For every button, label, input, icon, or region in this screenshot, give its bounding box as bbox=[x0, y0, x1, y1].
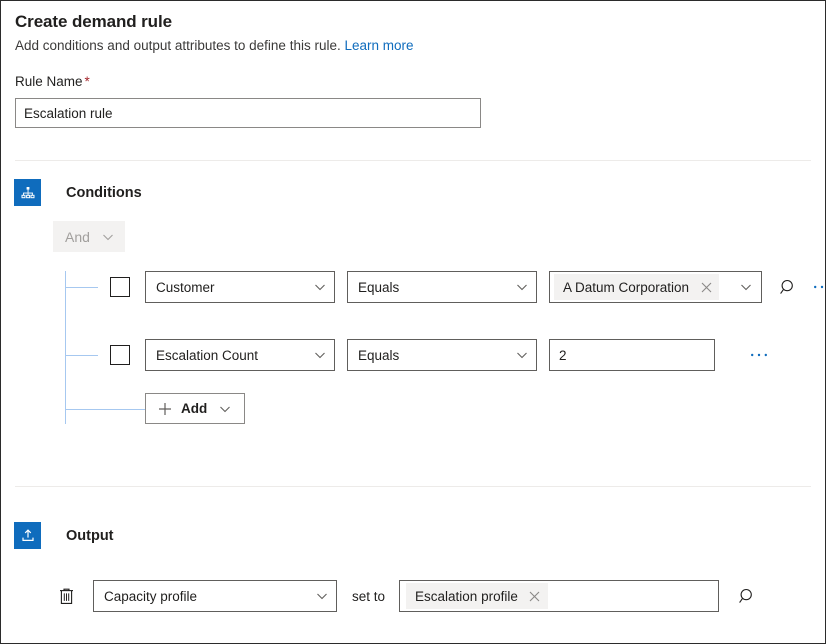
condition-row-checkbox[interactable] bbox=[110, 277, 130, 297]
search-icon[interactable] bbox=[774, 273, 802, 301]
chevron-down-icon bbox=[314, 349, 326, 361]
add-condition-label: Add bbox=[181, 401, 207, 416]
output-section-title: Output bbox=[66, 528, 114, 544]
close-icon[interactable] bbox=[697, 278, 715, 296]
rule-name-label-text: Rule Name bbox=[15, 74, 83, 89]
tree-branch bbox=[65, 355, 98, 356]
output-attribute-value: Capacity profile bbox=[104, 589, 316, 604]
rule-name-field-block: Rule Name* bbox=[1, 55, 825, 128]
chevron-down-icon bbox=[219, 403, 231, 415]
chevron-down-icon bbox=[516, 281, 528, 293]
more-options-icon[interactable] bbox=[745, 341, 773, 369]
condition-value-input[interactable] bbox=[549, 339, 715, 371]
rule-name-label: Rule Name* bbox=[15, 73, 825, 91]
hierarchy-icon bbox=[14, 179, 41, 206]
search-icon[interactable] bbox=[733, 582, 761, 610]
logic-operator-dropdown[interactable]: And bbox=[53, 221, 125, 252]
logic-operator-label: And bbox=[65, 229, 90, 245]
output-attribute-dropdown[interactable]: Capacity profile bbox=[93, 580, 337, 612]
chevron-down-icon[interactable] bbox=[735, 281, 757, 293]
condition-attribute-value: Customer bbox=[156, 280, 314, 295]
create-demand-rule-panel: Create demand rule Add conditions and ou… bbox=[0, 0, 826, 644]
chevron-down-icon bbox=[102, 231, 114, 243]
divider-top bbox=[15, 160, 811, 161]
selected-value-pill: Escalation profile bbox=[406, 583, 548, 609]
conditions-section-title: Conditions bbox=[66, 185, 142, 201]
rule-name-input[interactable] bbox=[15, 98, 481, 128]
condition-operator-value: Equals bbox=[358, 280, 516, 295]
selected-value-text: A Datum Corporation bbox=[563, 280, 689, 295]
condition-row: Customer Equals A Datum Corporation bbox=[53, 271, 825, 303]
required-asterisk: * bbox=[85, 74, 90, 89]
condition-operator-value: Equals bbox=[358, 348, 516, 363]
divider-bottom bbox=[15, 486, 811, 487]
chevron-down-icon bbox=[316, 590, 328, 602]
condition-value-picker[interactable]: A Datum Corporation bbox=[549, 271, 762, 303]
output-row: Capacity profile set to Escalation profi… bbox=[1, 580, 761, 612]
page-title: Create demand rule bbox=[15, 11, 825, 33]
conditions-tree: Customer Equals A Datum Corporation bbox=[53, 271, 825, 424]
chevron-down-icon bbox=[516, 349, 528, 361]
subtitle-text: Add conditions and output attributes to … bbox=[15, 38, 341, 53]
condition-row: Escalation Count Equals bbox=[53, 339, 825, 371]
more-options-icon[interactable] bbox=[808, 273, 826, 301]
condition-attribute-value: Escalation Count bbox=[156, 348, 314, 363]
condition-operator-dropdown[interactable]: Equals bbox=[347, 339, 537, 371]
close-icon[interactable] bbox=[526, 587, 544, 605]
tree-branch bbox=[65, 287, 98, 288]
conditions-body: And Customer Equals bbox=[1, 221, 825, 424]
page-subtitle: Add conditions and output attributes to … bbox=[15, 37, 825, 55]
output-value-picker[interactable]: Escalation profile bbox=[399, 580, 719, 612]
selected-value-text: Escalation profile bbox=[415, 589, 518, 604]
condition-attribute-dropdown[interactable]: Escalation Count bbox=[145, 339, 335, 371]
output-section-header: Output bbox=[1, 522, 114, 549]
delete-icon[interactable] bbox=[55, 584, 77, 608]
set-to-label: set to bbox=[352, 589, 385, 604]
selected-value-pill: A Datum Corporation bbox=[554, 274, 719, 300]
condition-operator-dropdown[interactable]: Equals bbox=[347, 271, 537, 303]
upload-icon bbox=[14, 522, 41, 549]
condition-row-checkbox[interactable] bbox=[110, 345, 130, 365]
panel-header: Create demand rule Add conditions and ou… bbox=[1, 1, 825, 55]
add-condition-row: Add bbox=[53, 393, 825, 424]
add-condition-button[interactable]: Add bbox=[145, 393, 245, 424]
chevron-down-icon bbox=[314, 281, 326, 293]
plus-icon bbox=[158, 402, 172, 416]
tree-branch bbox=[65, 409, 145, 410]
condition-attribute-dropdown[interactable]: Customer bbox=[145, 271, 335, 303]
conditions-section-header: Conditions bbox=[1, 179, 825, 206]
learn-more-link[interactable]: Learn more bbox=[344, 38, 413, 53]
